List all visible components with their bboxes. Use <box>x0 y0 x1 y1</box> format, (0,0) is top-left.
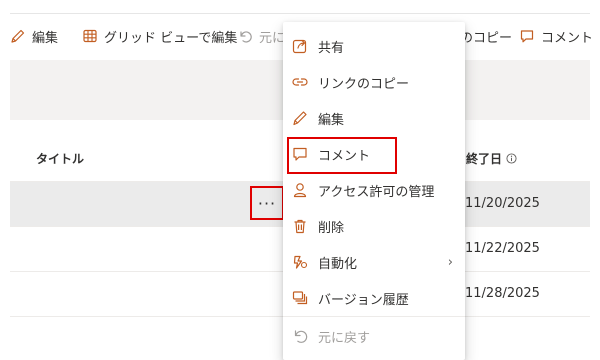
comment-icon <box>520 30 534 43</box>
edit-button-label: 編集 <box>32 30 59 46</box>
grid-view-edit-label: グリッド ビューで編集 <box>104 30 238 46</box>
menu-item-undo[interactable]: 元に戻す <box>283 318 465 354</box>
grid-view-edit-button[interactable]: グリッド ビューで編集 <box>82 18 237 54</box>
comment-button-label: コメント <box>541 30 594 46</box>
menu-item-automate-label: 自動化 <box>318 256 358 272</box>
grid-icon <box>83 29 97 43</box>
top-divider <box>10 13 590 14</box>
menu-item-copy-link[interactable]: リンクのコピー <box>283 64 465 100</box>
more-actions-label: ··· <box>257 193 277 213</box>
menu-item-manage-access[interactable]: アクセス許可の管理 <box>283 172 465 208</box>
chevron-right-icon: › <box>447 254 453 270</box>
end-date-cell: 11/20/2025 <box>465 196 540 211</box>
menu-item-edit-label: 編集 <box>318 112 345 128</box>
undo-button-label: 元に <box>259 30 286 46</box>
pencil-icon <box>11 29 25 43</box>
menu-item-automate[interactable]: 自動化 › <box>283 244 465 280</box>
column-header-title[interactable]: タイトル <box>36 140 84 176</box>
share-icon <box>292 39 307 54</box>
menu-item-undo-label: 元に戻す <box>318 330 371 346</box>
column-header-end-date-label: 終了日 <box>466 151 503 166</box>
undo-button[interactable]: 元に <box>237 18 285 54</box>
person-icon <box>293 183 307 198</box>
comment-button[interactable]: コメント <box>519 18 593 54</box>
info-icon <box>506 152 517 164</box>
undo-icon <box>240 31 252 43</box>
column-header-end-date[interactable]: 終了日 <box>466 140 517 176</box>
menu-separator <box>283 316 465 317</box>
edit-button[interactable]: 編集 <box>10 18 58 54</box>
menu-item-edit[interactable]: 編集 <box>283 100 465 136</box>
trash-icon <box>294 219 306 234</box>
menu-item-share[interactable]: 共有 <box>283 28 465 64</box>
copy-link-label: のコピー <box>460 30 513 46</box>
link-icon <box>292 78 308 86</box>
menu-item-share-label: 共有 <box>318 40 345 56</box>
end-date-cell: 11/28/2025 <box>465 286 540 301</box>
pencil-icon <box>293 111 307 126</box>
undo-icon <box>294 330 308 343</box>
menu-item-delete[interactable]: 削除 <box>283 208 465 244</box>
more-actions-button[interactable]: ··· <box>250 186 284 220</box>
comment-highlight-box <box>287 137 397 174</box>
automate-icon <box>293 255 308 269</box>
column-header-title-label: タイトル <box>36 151 85 166</box>
menu-item-version-history-label: バージョン履歴 <box>318 292 409 308</box>
menu-item-version-history[interactable]: バージョン履歴 <box>283 280 465 316</box>
menu-item-manage-access-label: アクセス許可の管理 <box>318 184 435 200</box>
version-history-icon <box>292 291 308 305</box>
copy-link-button[interactable]: のコピー <box>460 18 512 54</box>
menu-item-delete-label: 削除 <box>318 220 345 236</box>
menu-item-copy-link-label: リンクのコピー <box>318 76 410 92</box>
context-menu: 共有 リンクのコピー 編集 コメント アクセス許可の管理 削除 自動化 › バー… <box>283 22 465 360</box>
end-date-cell: 11/22/2025 <box>465 241 540 256</box>
